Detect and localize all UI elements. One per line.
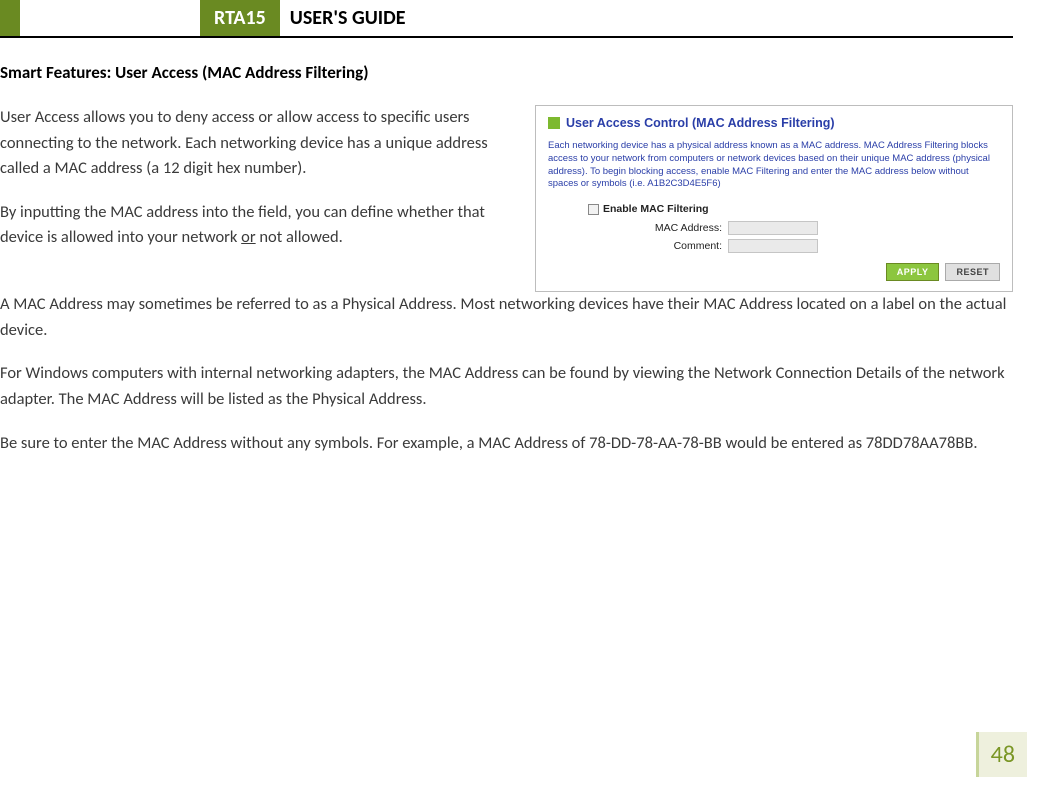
reset-button[interactable]: RESET: [945, 263, 1000, 281]
doc-title: USER'S GUIDE: [280, 0, 406, 36]
paragraph-4: For Windows computers with internal netw…: [0, 361, 1013, 412]
header-accent: [0, 0, 20, 36]
paragraph-5: Be sure to enter the MAC Address without…: [0, 431, 1013, 457]
paragraph-1: User Access allows you to deny access or…: [0, 105, 515, 182]
enable-mac-label: Enable MAC Filtering: [603, 203, 709, 215]
ss-buttons: APPLY RESET: [548, 263, 1000, 281]
embedded-screenshot: User Access Control (MAC Address Filteri…: [535, 105, 1013, 292]
mac-address-input[interactable]: [728, 221, 818, 235]
enable-mac-checkbox[interactable]: [588, 204, 599, 215]
paragraph-3: A MAC Address may sometimes be referred …: [0, 292, 1013, 343]
mac-address-row: MAC Address:: [588, 221, 1000, 235]
comment-input[interactable]: [728, 239, 818, 253]
ss-form: Enable MAC Filtering MAC Address: Commen…: [548, 203, 1000, 253]
doc-header: RTA15 USER'S GUIDE: [0, 0, 1013, 38]
apply-button[interactable]: APPLY: [886, 263, 940, 281]
comment-row: Comment:: [588, 239, 1000, 253]
comment-label: Comment:: [588, 240, 728, 252]
ss-enable-row: Enable MAC Filtering: [588, 203, 1000, 215]
content: Smart Features: User Access (MAC Address…: [0, 38, 1041, 456]
product-badge: RTA15: [200, 0, 280, 36]
section-title: Smart Features: User Access (MAC Address…: [0, 62, 1013, 83]
body-row: User Access allows you to deny access or…: [0, 105, 1013, 292]
ss-title: User Access Control (MAC Address Filteri…: [566, 116, 835, 130]
ss-description: Each networking device has a physical ad…: [548, 140, 1000, 191]
body-left: User Access allows you to deny access or…: [0, 105, 515, 269]
paragraph-2: By inputting the MAC address into the fi…: [0, 200, 515, 251]
ss-header: User Access Control (MAC Address Filteri…: [548, 116, 1000, 130]
p2c: not allowed.: [256, 227, 343, 247]
mac-address-label: MAC Address:: [588, 222, 728, 234]
p2-or: or: [241, 227, 255, 247]
page-number: 48: [976, 732, 1027, 777]
ss-accent-square-icon: [548, 117, 560, 129]
